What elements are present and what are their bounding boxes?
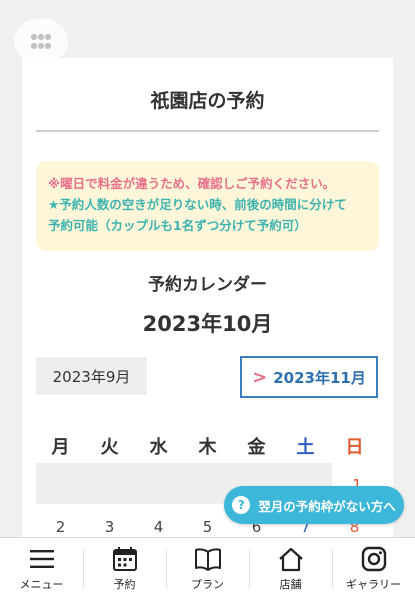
calendar-day[interactable]: 3: [85, 518, 134, 536]
reservation-card: 祇園店の予約 ※曜日で料金が違うため、確認しご予約ください。 ★予約人数の空きが…: [22, 58, 393, 548]
tab-plan-label: プラン: [191, 578, 224, 591]
notice-line-1: ※曜日で料金が違うため、確認しご予約ください。: [48, 176, 336, 191]
tab-store-label: 店舗: [279, 578, 302, 591]
notice-line-2: ★予約人数の空きが足りない時、前後の時間に分けて: [48, 197, 347, 212]
tab-reserve-label: 予約: [113, 578, 136, 591]
tab-menu-label: メニュー: [19, 578, 64, 591]
home-icon: [278, 547, 303, 572]
weekday-wed: 水: [149, 437, 168, 458]
notice-box: ※曜日で料金が違うため、確認しご予約ください。 ★予約人数の空きが足りない時、前…: [36, 161, 379, 251]
calendar-icon: [112, 547, 137, 571]
notice-line-3: 予約可能（カップルも1名ずつ分けて予約可）: [48, 218, 307, 233]
weekday-mon: 月: [51, 437, 70, 458]
question-icon: ?: [232, 496, 251, 514]
calendar-day[interactable]: 2: [36, 518, 85, 536]
next-month-help-button[interactable]: ? 翌月の予約枠がない方へ: [224, 486, 404, 524]
title-divider: [36, 130, 379, 132]
hamburger-menu-icon: [29, 550, 54, 568]
weekday-fri: 金: [247, 437, 266, 458]
instagram-icon: [361, 546, 386, 572]
next-month-button[interactable]: > 2023年11月: [240, 356, 378, 398]
tab-gallery-label: ギャラリー: [346, 578, 401, 591]
weekday-tue: 火: [100, 437, 119, 458]
page-title: 祇園店の予約: [150, 90, 265, 112]
calendar-day[interactable]: 5: [183, 518, 232, 536]
tab-reserve[interactable]: 予約: [83, 538, 166, 600]
next-month-label: 2023年11月: [273, 368, 366, 387]
next-month-help-label: 翌月の予約枠がない方へ: [258, 498, 396, 514]
bottom-tab-bar: メニュー 予約 プラン 店舗 ギャラリー: [0, 537, 415, 600]
chevron-right-icon: >: [252, 366, 268, 388]
tab-gallery[interactable]: ギャラリー: [332, 538, 415, 600]
book-icon: [194, 548, 221, 571]
weekday-sat: 土: [296, 437, 315, 458]
weekday-thu: 木: [198, 437, 217, 458]
prev-month-button[interactable]: 2023年9月: [36, 357, 147, 395]
calendar-heading: 予約カレンダー: [148, 275, 267, 295]
tab-plan[interactable]: プラン: [166, 538, 249, 600]
weekday-header: 月 火 水 木 金 土 日: [36, 433, 379, 459]
tab-menu[interactable]: メニュー: [0, 538, 83, 600]
calendar-day[interactable]: 4: [134, 518, 183, 536]
calendar-current-month: 2023年10月: [142, 312, 273, 336]
tab-store[interactable]: 店舗: [249, 538, 332, 600]
weekday-sun: 日: [345, 437, 364, 458]
